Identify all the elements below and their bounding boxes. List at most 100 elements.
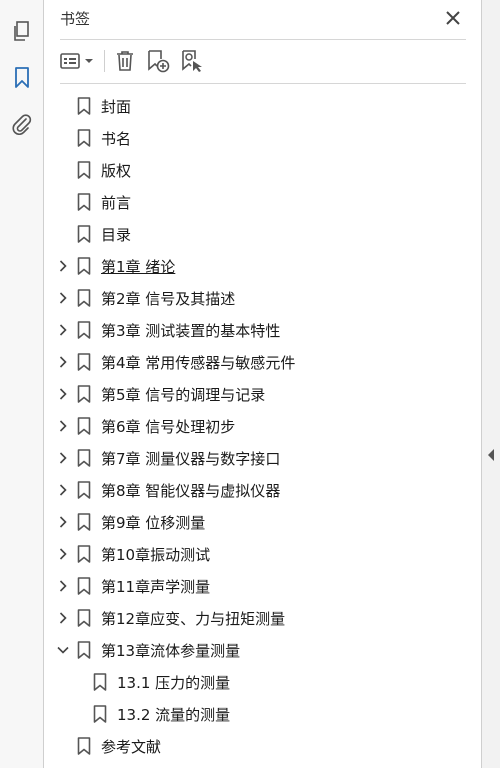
bookmark-icon: [77, 417, 91, 435]
bookmark-icon: [77, 225, 91, 243]
chevron-right-icon[interactable]: [55, 514, 71, 530]
bookmark-icon: [77, 97, 91, 115]
bookmark-label: 第13章流体参量测量: [101, 642, 241, 660]
bookmark-icon: [77, 577, 91, 595]
bookmark-label: 第12章应变、力与扭矩测量: [101, 610, 286, 628]
bookmark-label: 13.1 压力的测量: [117, 674, 231, 692]
bookmark-label: 第10章振动测试: [101, 546, 211, 564]
bookmark-label: 封面: [101, 98, 132, 116]
bookmark-icon: [93, 673, 107, 691]
bookmarks-toolbar: [60, 46, 465, 76]
chevron-right-icon[interactable]: [55, 290, 71, 306]
panel-header: 书签: [60, 6, 465, 32]
delete-bookmark-button[interactable]: [112, 46, 138, 76]
bookmark-label: 第11章声学测量: [101, 578, 211, 596]
bookmark-icon: [77, 737, 91, 755]
bookmark-item[interactable]: 第7章 测量仪器与数字接口: [45, 442, 481, 474]
bookmark-item[interactable]: 第11章声学测量: [45, 570, 481, 602]
bookmark-item[interactable]: 前言: [45, 186, 481, 218]
bookmark-item[interactable]: 第5章 信号的调理与记录: [45, 378, 481, 410]
panel-splitter[interactable]: [481, 0, 500, 768]
toolbar-divider: [60, 83, 466, 84]
trash-icon: [117, 51, 133, 71]
options-menu-button[interactable]: [60, 46, 96, 76]
bookmark-icon: [77, 481, 91, 499]
chevron-down-icon[interactable]: [55, 642, 71, 658]
toolbar-separator: [104, 50, 105, 72]
chevron-right-icon[interactable]: [55, 258, 71, 274]
bookmark-tree: 封面 书名 版权 前言 目录 第1章 绪论 第2章 信号及其描述 第3章 测试装置的基本特性第…: [45, 90, 481, 762]
bookmark-icon: [15, 67, 29, 88]
bookmark-label: 目录: [101, 226, 132, 244]
bookmark-label: 13.2 流量的测量: [117, 706, 231, 724]
chevron-right-icon[interactable]: [55, 610, 71, 626]
bookmark-icon: [77, 257, 91, 275]
bookmark-item[interactable]: 书名: [45, 122, 481, 154]
bookmark-icon: [77, 641, 91, 659]
header-divider: [60, 39, 466, 40]
bookmarks-panel: 书签 封面 书名 版权 前言 目录 第1章 绪论 第2章 信号及其描述 第3章 …: [45, 0, 481, 768]
close-icon: [446, 11, 460, 25]
bookmark-item[interactable]: 第1章 绪论: [45, 250, 481, 282]
chevron-right-icon[interactable]: [55, 482, 71, 498]
bookmark-icon: [77, 353, 91, 371]
caret-left-icon: [488, 449, 494, 461]
chevron-right-icon[interactable]: [55, 386, 71, 402]
attachment-icon: [12, 114, 32, 135]
chevron-right-icon[interactable]: [55, 578, 71, 594]
bookmark-icon: [93, 705, 107, 723]
list-options-icon: [60, 53, 93, 69]
bookmark-icon: [77, 321, 91, 339]
bookmark-icon: [77, 385, 91, 403]
bookmarks-panel-button[interactable]: [8, 64, 36, 92]
bookmark-item[interactable]: 13.2 流量的测量: [45, 698, 481, 730]
bookmark-item[interactable]: 参考文献: [45, 730, 481, 762]
bookmark-icon: [77, 513, 91, 531]
bookmark-item[interactable]: 第13章流体参量测量: [45, 634, 481, 666]
bookmark-icon: [77, 161, 91, 179]
bookmark-item[interactable]: 第9章 位移测量: [45, 506, 481, 538]
bookmark-label: 版权: [101, 162, 132, 180]
bookmark-item[interactable]: 第8章 智能仪器与虚拟仪器: [45, 474, 481, 506]
bookmark-label: 第8章 智能仪器与虚拟仪器: [101, 482, 281, 500]
bookmark-label: 第3章 测试装置的基本特性: [101, 322, 281, 340]
bookmark-item[interactable]: 第6章 信号处理初步: [45, 410, 481, 442]
new-bookmark-button[interactable]: [144, 46, 172, 76]
bookmark-item[interactable]: 目录: [45, 218, 481, 250]
collapse-panel-button[interactable]: [486, 448, 496, 462]
chevron-right-icon[interactable]: [55, 418, 71, 434]
bookmark-label: 第4章 常用传感器与敏感元件: [101, 354, 296, 372]
bookmark-item[interactable]: 第12章应变、力与扭矩测量: [45, 602, 481, 634]
bookmark-label: 第7章 测量仪器与数字接口: [101, 450, 281, 468]
bookmark-item[interactable]: 第10章振动测试: [45, 538, 481, 570]
bookmark-item[interactable]: 封面: [45, 90, 481, 122]
bookmark-label: 书名: [101, 130, 132, 148]
panel-title: 书签: [60, 10, 91, 28]
bookmark-icon: [77, 289, 91, 307]
bookmark-item[interactable]: 13.1 压力的测量: [45, 666, 481, 698]
close-panel-button[interactable]: [441, 6, 465, 30]
bookmark-label: 第2章 信号及其描述: [101, 290, 236, 308]
new-bookmark-icon: [148, 50, 170, 73]
chevron-right-icon[interactable]: [55, 322, 71, 338]
attachments-panel-button[interactable]: [8, 110, 36, 138]
bookmark-item[interactable]: 第4章 常用传感器与敏感元件: [45, 346, 481, 378]
bookmark-label: 第9章 位移测量: [101, 514, 206, 532]
left-navigation-rail: [0, 0, 44, 768]
bookmark-label: 前言: [101, 194, 132, 212]
bookmark-icon: [77, 129, 91, 147]
bookmark-item[interactable]: 第3章 测试装置的基本特性: [45, 314, 481, 346]
chevron-right-icon[interactable]: [55, 354, 71, 370]
chevron-right-icon[interactable]: [55, 450, 71, 466]
bookmark-label: 第6章 信号处理初步: [101, 418, 236, 436]
bookmark-label: 第1章 绪论: [101, 258, 176, 276]
pages-thumbnail-button[interactable]: [8, 18, 36, 46]
chevron-right-icon[interactable]: [55, 546, 71, 562]
bookmark-from-selection-button[interactable]: [178, 46, 206, 76]
bookmark-icon: [77, 545, 91, 563]
bookmark-icon: [77, 449, 91, 467]
bookmark-item[interactable]: 第2章 信号及其描述: [45, 282, 481, 314]
bookmark-icon: [77, 609, 91, 627]
bookmark-item[interactable]: 版权: [45, 154, 481, 186]
bookmark-icon: [77, 193, 91, 211]
